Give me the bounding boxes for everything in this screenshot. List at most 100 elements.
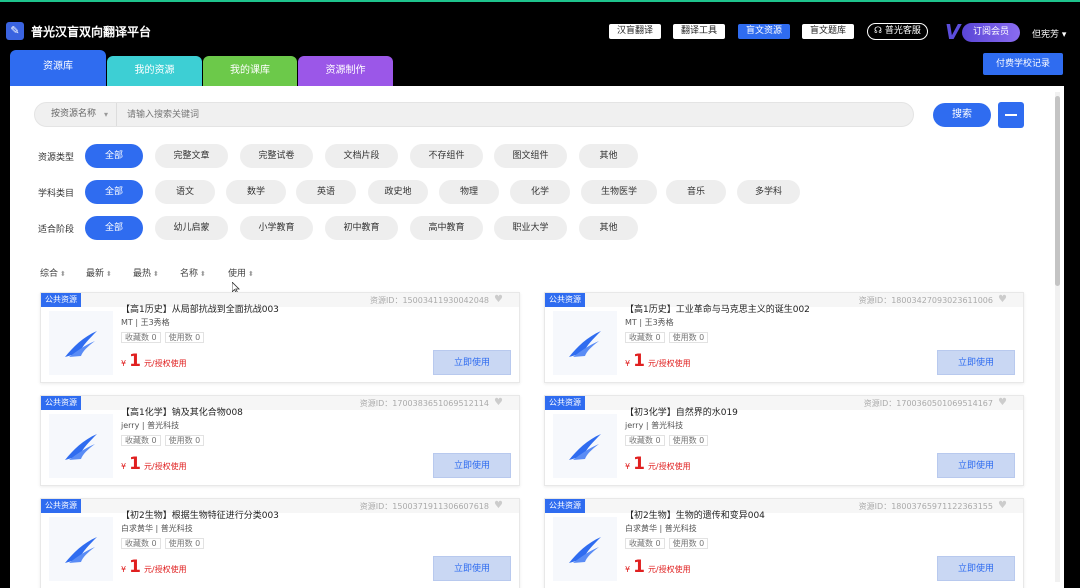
- nav-translate-tools[interactable]: 翻译工具: [673, 24, 725, 39]
- filter-chip[interactable]: 文档片段: [325, 144, 398, 168]
- filter-label: 学科类目: [38, 189, 75, 199]
- heart-icon[interactable]: ♥: [998, 500, 1007, 511]
- sort-arrows-icon: ⬍: [60, 270, 66, 278]
- uses-count: 使用数 0: [164, 332, 205, 343]
- resource-title[interactable]: 【初3化学】自然界的水019: [625, 405, 738, 418]
- favorites-count: 收藏数 0: [625, 332, 665, 343]
- public-resource-badge: 公共资源: [41, 396, 81, 410]
- filter-chip[interactable]: 多学科: [737, 180, 800, 204]
- resource-title[interactable]: 【初2生物】生物的遗传和变异004: [625, 508, 765, 521]
- filter-chip[interactable]: 数学: [226, 180, 286, 204]
- resource-price: ¥1 元/授权使用: [625, 454, 691, 474]
- filter-chip[interactable]: 幼儿启蒙: [155, 216, 228, 240]
- use-now-button[interactable]: 立即使用: [433, 350, 511, 375]
- filter-chip[interactable]: 政史地: [368, 180, 428, 204]
- tab-my-resources[interactable]: 我的资源: [107, 56, 202, 86]
- scrollbar-thumb[interactable]: [1055, 96, 1060, 286]
- filter-chip[interactable]: 完整试卷: [240, 144, 313, 168]
- filter-chip[interactable]: 完整文章: [155, 144, 228, 168]
- app-logo-icon: ✎: [6, 22, 24, 40]
- member-subscribe-button[interactable]: 订阅会员: [962, 23, 1020, 42]
- filter-chip[interactable]: 不存组件: [410, 144, 483, 168]
- filter-chip[interactable]: 全部: [85, 180, 143, 204]
- resource-title[interactable]: 【高1历史】从局部抗战到全面抗战003: [121, 302, 279, 315]
- sort-comprehensive[interactable]: 综合 ⬍: [40, 266, 66, 279]
- uses-count: 使用数 0: [668, 435, 709, 446]
- resource-author: MT | 王3秀格: [625, 318, 674, 327]
- use-now-button[interactable]: 立即使用: [937, 556, 1015, 581]
- resource-card[interactable]: 公共资源 资源ID：1700360501069514167 ♥ 【初3化学】自然…: [544, 395, 1024, 486]
- filter-chip[interactable]: 小学教育: [240, 216, 313, 240]
- headset-icon: ☊: [874, 26, 882, 36]
- use-now-button[interactable]: 立即使用: [433, 556, 511, 581]
- sort-hottest[interactable]: 最热 ⬍: [133, 266, 159, 279]
- resource-thumbnail: [553, 311, 617, 375]
- paid-school-records-button[interactable]: 付费学校记录: [983, 53, 1063, 75]
- resource-stats: 收藏数 0 使用数 0: [121, 435, 208, 446]
- resource-author: jerry | 普光科技: [121, 421, 180, 430]
- search-input[interactable]: [127, 106, 887, 123]
- wing-logo-icon: [569, 331, 601, 357]
- customer-service-button[interactable]: ☊ 普光客服: [867, 23, 928, 40]
- resource-title[interactable]: 【初2生物】根据生物特征进行分类003: [121, 508, 279, 521]
- search-button[interactable]: 搜索: [933, 103, 991, 127]
- use-now-button[interactable]: 立即使用: [937, 350, 1015, 375]
- filter-chip[interactable]: 英语: [296, 180, 356, 204]
- resource-stats: 收藏数 0 使用数 0: [121, 538, 208, 549]
- resource-card[interactable]: 公共资源 资源ID：15003411930042048 ♥ 【高1历史】从局部抗…: [40, 292, 520, 383]
- favorites-count: 收藏数 0: [121, 538, 161, 549]
- filter-chip[interactable]: 化学: [510, 180, 570, 204]
- sort-name[interactable]: 名称 ⬍: [180, 266, 206, 279]
- filter-stage: 适合阶段 全部 幼儿启蒙 小学教育 初中教育 高中教育 职业大学 其他: [10, 216, 1050, 240]
- tab-my-courses[interactable]: 我的课库: [203, 56, 297, 86]
- filter-chip[interactable]: 其他: [579, 216, 638, 240]
- sort-usage[interactable]: 使用 ⬍: [228, 266, 254, 279]
- filter-label: 资源类型: [38, 153, 75, 163]
- filter-chip[interactable]: 其他: [579, 144, 638, 168]
- heart-icon[interactable]: ♥: [998, 294, 1007, 305]
- wing-logo-icon: [65, 331, 97, 357]
- search-category-select[interactable]: 按资源名称 ▾: [35, 103, 117, 126]
- heart-icon[interactable]: ♥: [998, 397, 1007, 408]
- filter-chip[interactable]: 语文: [155, 180, 215, 204]
- resource-card[interactable]: 公共资源 资源ID：18003427093023611006 ♥ 【高1历史】工…: [544, 292, 1024, 383]
- nav-braille-questions[interactable]: 盲文题库: [802, 24, 854, 39]
- resource-id: 资源ID：1700360501069514167: [863, 399, 993, 408]
- filter-chip[interactable]: 全部: [85, 216, 143, 240]
- uses-count: 使用数 0: [668, 332, 709, 343]
- filter-chip[interactable]: 初中教育: [325, 216, 398, 240]
- menu-toggle-button[interactable]: [998, 102, 1024, 128]
- public-resource-badge: 公共资源: [41, 499, 81, 513]
- use-now-button[interactable]: 立即使用: [937, 453, 1015, 478]
- sort-arrows-icon: ⬍: [200, 270, 206, 278]
- filter-chip[interactable]: 全部: [85, 144, 143, 168]
- heart-icon[interactable]: ♥: [494, 294, 503, 305]
- resource-author: 白求黄华 | 普光科技: [121, 524, 193, 533]
- app-header: ✎ 普光汉盲双向翻译平台 汉盲翻译 翻译工具 盲文资源 盲文题库 ☊ 普光客服 …: [0, 2, 1080, 46]
- resource-card[interactable]: 公共资源 资源ID：1500371911306607618 ♥ 【初2生物】根据…: [40, 498, 520, 588]
- resource-title[interactable]: 【高1化学】钠及其化合物008: [121, 405, 243, 418]
- filter-chip[interactable]: 生物医学: [581, 180, 657, 204]
- use-now-button[interactable]: 立即使用: [433, 453, 511, 478]
- filter-chip[interactable]: 音乐: [666, 180, 726, 204]
- resource-card[interactable]: 公共资源 资源ID：1700383651069512114 ♥ 【高1化学】钠及…: [40, 395, 520, 486]
- tab-resource-library[interactable]: 资源库: [10, 50, 106, 86]
- resource-card[interactable]: 公共资源 资源ID：18003765971122363155 ♥ 【初2生物】生…: [544, 498, 1024, 588]
- tab-resource-production[interactable]: 资源制作: [298, 56, 393, 86]
- sort-newest[interactable]: 最新 ⬍: [86, 266, 112, 279]
- resource-thumbnail: [49, 517, 113, 581]
- filter-chip[interactable]: 高中教育: [410, 216, 483, 240]
- user-menu[interactable]: 但宪芳 ▾: [1032, 27, 1066, 40]
- heart-icon[interactable]: ♥: [494, 397, 503, 408]
- resource-title[interactable]: 【高1历史】工业革命与马克思主义的诞生002: [625, 302, 810, 315]
- favorites-count: 收藏数 0: [121, 435, 161, 446]
- wing-logo-icon: [569, 434, 601, 460]
- resource-thumbnail: [553, 517, 617, 581]
- filter-chip[interactable]: 图文组件: [494, 144, 567, 168]
- heart-icon[interactable]: ♥: [494, 500, 503, 511]
- favorites-count: 收藏数 0: [121, 332, 161, 343]
- nav-braille-resources[interactable]: 盲文资源: [738, 24, 790, 39]
- nav-braille-translate[interactable]: 汉盲翻译: [609, 24, 661, 39]
- filter-chip[interactable]: 物理: [439, 180, 499, 204]
- filter-chip[interactable]: 职业大学: [494, 216, 567, 240]
